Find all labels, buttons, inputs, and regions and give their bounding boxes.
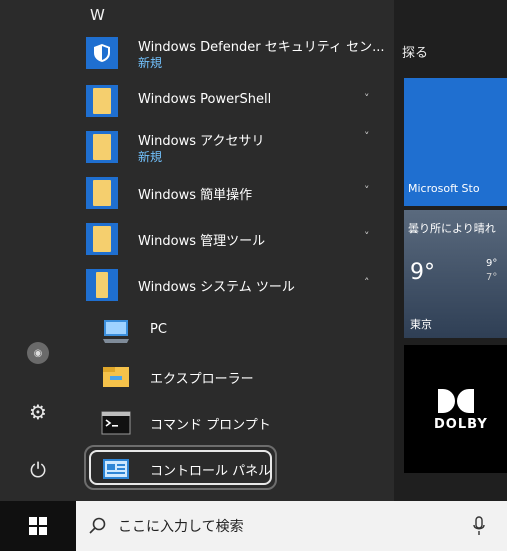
tile-area: 探る Microsoft Sto 曇り所により晴れ 9° 9° 7° 東京 DO…	[394, 0, 507, 501]
app-item-file-explorer[interactable]: エクスプローラー	[76, 354, 394, 400]
weather-temp-low: 7°	[486, 272, 498, 283]
tile-group-label: 探る	[402, 46, 429, 61]
app-list: W Windows Defender セキュリティ セン... 新規 Windo…	[76, 0, 394, 501]
weather-tile[interactable]: 曇り所により晴れ 9° 9° 7° 東京	[404, 210, 507, 338]
microphone-icon[interactable]	[472, 516, 486, 536]
search-icon	[89, 517, 106, 534]
folder-icon	[86, 85, 118, 117]
app-item-label: Windows システム ツール	[138, 280, 295, 295]
chevron-down-icon[interactable]: ˅	[364, 130, 370, 143]
app-item-windows-accessories[interactable]: Windows アクセサリ 新規 ˅	[76, 124, 394, 170]
tile-label: Microsoft Sto	[408, 182, 480, 195]
section-letter-w[interactable]: W	[90, 6, 105, 24]
app-item-label: エクスプローラー	[150, 372, 254, 387]
gear-icon: ⚙	[29, 400, 47, 424]
app-item-label: PC	[150, 322, 167, 337]
new-badge: 新規	[138, 56, 163, 70]
weather-city: 東京	[410, 318, 432, 331]
chevron-down-icon[interactable]: ˅	[364, 184, 370, 197]
highlight-ring	[89, 450, 272, 485]
chevron-down-icon[interactable]: ˅	[364, 92, 370, 105]
start-button[interactable]	[20, 511, 56, 541]
user-icon: ◉	[27, 342, 49, 364]
windows-logo-icon	[29, 517, 47, 535]
app-item-windows-ease-of-access[interactable]: Windows 簡単操作 ˅	[76, 170, 394, 216]
app-item-pc[interactable]: PC	[76, 308, 394, 354]
pc-icon	[100, 315, 132, 347]
app-item-command-prompt[interactable]: コマンド プロンプト	[76, 400, 394, 446]
app-item-label: コマンド プロンプト	[150, 418, 271, 433]
command-prompt-icon	[100, 407, 132, 439]
dolby-tile[interactable]: DOLBY	[404, 345, 507, 473]
chevron-up-icon[interactable]: ˄	[364, 276, 370, 289]
new-badge: 新規	[138, 150, 163, 164]
dolby-label: DOLBY	[434, 417, 488, 432]
app-item-label: Windows 管理ツール	[138, 234, 266, 249]
search-input[interactable]: ここに入力して検索	[118, 516, 244, 536]
app-item-label: Windows 簡単操作	[138, 188, 253, 203]
app-item-label: Windows アクセサリ	[138, 134, 265, 149]
user-account-button[interactable]: ◉	[20, 335, 56, 371]
app-item-windows-system-tools[interactable]: Windows システム ツール ˄	[76, 262, 394, 308]
folder-icon	[86, 223, 118, 255]
power-button[interactable]: ⏻	[20, 452, 56, 488]
search-box[interactable]: ここに入力して検索	[76, 501, 507, 551]
app-item-label: Windows Defender セキュリティ セン...	[138, 40, 385, 55]
dolby-logo-icon	[438, 389, 474, 413]
power-icon: ⏻	[30, 458, 46, 482]
app-item-label: Windows PowerShell	[138, 92, 272, 107]
app-item-windows-powershell[interactable]: Windows PowerShell ˅	[76, 78, 394, 124]
app-item-windows-admin-tools[interactable]: Windows 管理ツール ˅	[76, 216, 394, 262]
shield-icon	[86, 37, 118, 69]
chevron-down-icon[interactable]: ˅	[364, 230, 370, 243]
folder-icon	[86, 131, 118, 163]
settings-button[interactable]: ⚙	[20, 394, 56, 430]
weather-temp-high: 9°	[486, 258, 498, 269]
weather-temp: 9°	[410, 260, 435, 285]
start-rail: ◉ ⚙ ⏻	[0, 0, 76, 501]
folder-icon	[86, 177, 118, 209]
app-item-windows-defender[interactable]: Windows Defender セキュリティ セン... 新規	[76, 30, 394, 76]
file-explorer-icon	[100, 361, 132, 393]
weather-description: 曇り所により晴れ	[408, 222, 496, 235]
folder-icon	[86, 269, 118, 301]
microsoft-store-tile[interactable]: Microsoft Sto	[404, 78, 507, 206]
